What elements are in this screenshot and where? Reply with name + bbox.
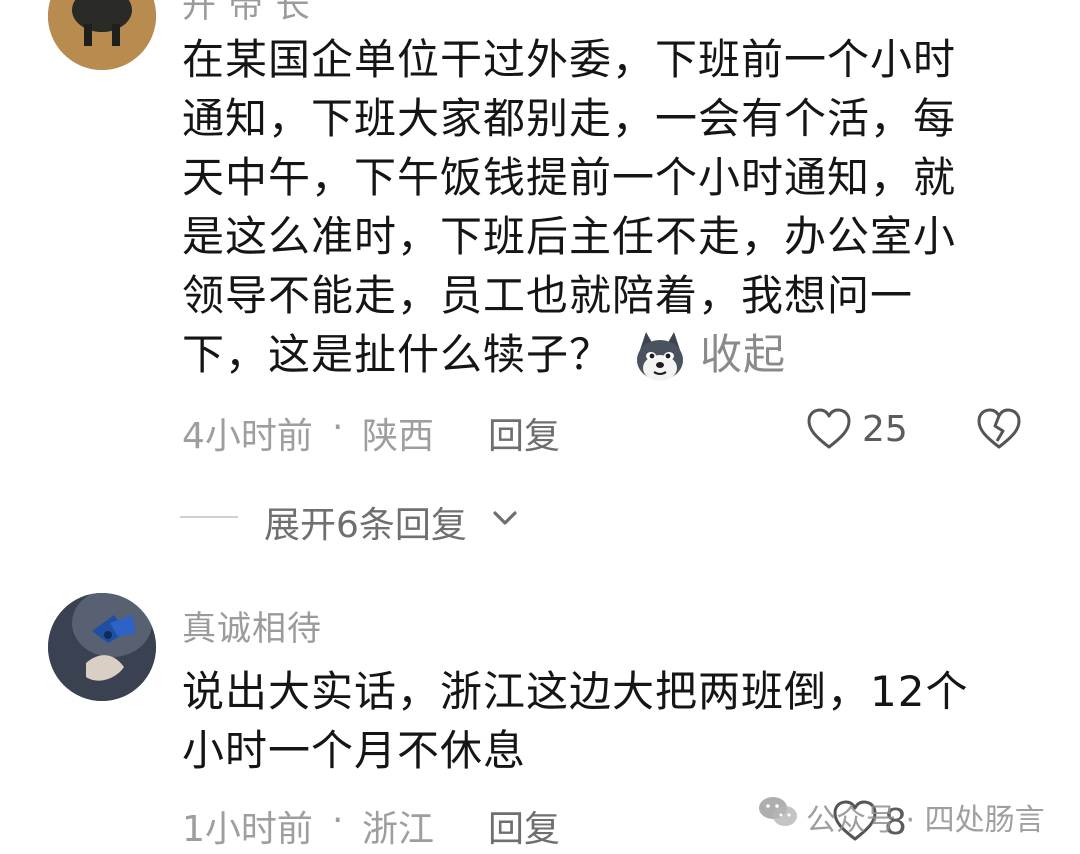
comment-timestamp: 1小时前 (182, 809, 313, 850)
expand-replies-button[interactable]: 展开6条回复 (264, 496, 467, 548)
broken-heart-icon[interactable] (976, 408, 1022, 450)
comment-location: 陕西 (362, 416, 435, 457)
meta-separator: · (332, 800, 344, 841)
comment-username[interactable]: 开 帝 长 (182, 0, 311, 27)
comment-location: 浙江 (362, 809, 435, 850)
comment-text-line: 领导不能走，员工也就陪着，我想问一 (182, 271, 914, 320)
comment-text-line: 小时一个月不休息 (182, 726, 527, 775)
watermark-text: 公众号 · 四处肠言 (806, 803, 1045, 838)
meta-separator: · (332, 407, 344, 448)
comment-text-line: 是这么准时，下班后主任不走，办公室小 (182, 212, 957, 261)
comment-timestamp: 4小时前 (182, 416, 313, 457)
comment-text-line: 天中午，下午饭钱提前一个小时通知，就 (182, 153, 957, 202)
chevron-down-icon[interactable] (490, 506, 520, 530)
collapse-button[interactable]: 收起 (700, 325, 786, 384)
divider (180, 516, 238, 518)
comment-text-line: 说出大实话，浙江这边大把两班倒，12个 (182, 667, 969, 716)
like-count: 25 (862, 409, 908, 450)
avatar[interactable] (48, 593, 156, 701)
comment-text-line: 下，这是扯什么犊子？ (182, 330, 613, 379)
reply-button[interactable]: 回复 (488, 407, 560, 459)
comment-text-line: 通知，下班大家都别走，一会有个活，每 (182, 94, 957, 143)
heart-outline-icon[interactable] (806, 408, 852, 450)
wechat-logo-icon (758, 795, 798, 829)
husky-dog-emoji-icon (632, 328, 688, 384)
comment-username[interactable]: 真诚相待 (182, 601, 322, 650)
reply-button[interactable]: 回复 (488, 800, 560, 852)
avatar[interactable] (48, 0, 156, 70)
comment-text-line: 在某国企单位干过外委，下班前一个小时 (182, 35, 957, 84)
